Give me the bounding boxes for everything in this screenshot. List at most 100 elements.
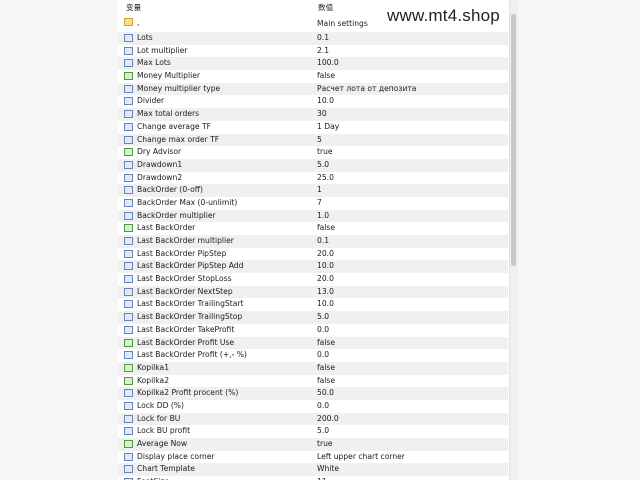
parameter-value[interactable]: false — [317, 70, 335, 83]
bool-icon — [124, 148, 133, 157]
parameter-value[interactable]: 0.0 — [317, 324, 329, 337]
parameter-value[interactable]: 200.0 — [317, 413, 339, 426]
parameter-row[interactable]: Last BackOrder PipStep Add 10.0 — [118, 260, 508, 274]
ab-icon — [124, 18, 133, 26]
parameter-row[interactable]: BackOrder (0-off) 1 — [118, 184, 508, 197]
parameter-row[interactable]: Max total orders 30 — [118, 108, 508, 121]
parameter-name: Last BackOrder TakeProfit — [137, 324, 235, 334]
parameter-value[interactable]: 5.0 — [317, 425, 329, 438]
parameter-value[interactable]: 11 — [317, 476, 327, 480]
parameter-value[interactable]: true — [317, 438, 333, 451]
parameter-value[interactable]: 7 — [317, 197, 322, 210]
parameter-row[interactable]: Chart Template White — [118, 463, 508, 477]
parameter-row[interactable]: Drawdown2 25.0 — [118, 172, 508, 185]
parameter-value[interactable]: false — [317, 222, 335, 235]
parameter-name: BackOrder (0-off) — [137, 185, 203, 195]
parameter-name: Change average TF — [137, 121, 211, 131]
number-icon — [124, 262, 133, 271]
parameter-value[interactable]: 10.0 — [317, 95, 334, 108]
parameter-value[interactable]: 0.0 — [317, 349, 329, 362]
number-icon — [124, 237, 133, 245]
parameter-value[interactable]: 10.0 — [317, 260, 334, 273]
parameter-row[interactable]: BackOrder Max (0-unlimit) 7 — [118, 197, 508, 210]
parameter-row[interactable]: Lock DD (%) 0.0 — [118, 400, 508, 413]
parameter-row[interactable]: Change max order TF 5 — [118, 133, 508, 147]
parameter-value[interactable]: 0.1 — [317, 32, 329, 45]
parameter-row[interactable]: Money multiplier type Расчет лота от депо… — [118, 82, 508, 96]
parameter-name: , — [137, 18, 140, 27]
parameter-name: Lot multiplier — [137, 45, 188, 55]
parameter-row[interactable]: Last BackOrder multiplier 0.1 — [118, 235, 508, 248]
column-header-variable[interactable]: 变量 — [126, 2, 141, 13]
parameter-name: Kopilka1 — [137, 362, 170, 372]
parameter-value[interactable]: Left upper chart corner — [317, 451, 405, 464]
parameter-row[interactable]: Last BackOrder StopLoss 20.0 — [118, 273, 508, 286]
parameter-value[interactable]: White — [317, 463, 339, 476]
column-header-value[interactable]: 数值 — [318, 2, 333, 13]
parameter-row[interactable]: Average Now true — [118, 438, 508, 451]
parameter-value[interactable]: 25.0 — [317, 172, 334, 185]
bool-icon — [124, 363, 133, 372]
vertical-scrollbar[interactable] — [509, 0, 518, 480]
parameter-value[interactable]: Main settings — [317, 14, 368, 33]
parameter-row[interactable]: Last BackOrder NextStep 13.0 — [118, 285, 508, 299]
parameter-row[interactable]: Lots 0.1 — [118, 32, 508, 45]
parameter-name: Money Multiplier — [137, 71, 200, 81]
parameter-row[interactable]: Last BackOrder TakeProfit 0.0 — [118, 324, 508, 337]
parameter-name: Last BackOrder TrailingStop — [137, 312, 243, 322]
scrollbar-thumb[interactable] — [511, 14, 516, 266]
parameter-value[interactable]: 13.0 — [317, 286, 334, 299]
parameter-value[interactable]: Расчет лота от депозита — [317, 83, 416, 96]
parameter-value[interactable]: 1 Day — [317, 121, 339, 134]
parameter-name: Last BackOrder Profit Use — [137, 337, 235, 347]
parameter-row[interactable]: FontSize 11 — [118, 476, 508, 480]
parameter-row[interactable]: Last BackOrder false — [118, 222, 508, 235]
left-margin — [0, 0, 118, 480]
parameter-value[interactable]: 30 — [317, 108, 327, 121]
parameter-row[interactable]: Last BackOrder TrailingStart 10.0 — [118, 298, 508, 311]
parameter-name: Display place corner — [137, 451, 215, 461]
parameter-row[interactable]: Divider 10.0 — [118, 95, 508, 108]
parameter-value[interactable]: 20.0 — [317, 273, 334, 286]
parameter-row[interactable]: Max Lots 100.0 — [118, 57, 508, 71]
parameter-row[interactable]: Lock BU profit 5.0 — [118, 425, 508, 438]
parameter-value[interactable]: 1 — [317, 184, 322, 197]
number-icon — [124, 211, 133, 220]
parameter-value[interactable]: false — [317, 337, 335, 350]
parameter-row[interactable]: Lock for BU 200.0 — [118, 412, 508, 426]
parameter-value[interactable]: 5.0 — [317, 159, 329, 172]
parameter-row[interactable]: Last BackOrder Profit (+,- %) 0.0 — [118, 349, 508, 362]
number-icon — [124, 287, 133, 296]
parameter-row[interactable]: Dry Advisor true — [118, 146, 508, 159]
parameter-row[interactable]: Kopilka1 false — [118, 361, 508, 375]
parameter-value[interactable]: 1.0 — [317, 210, 329, 223]
parameter-value[interactable]: false — [317, 362, 335, 375]
number-icon — [124, 389, 133, 398]
parameter-value[interactable]: 5.0 — [317, 311, 329, 324]
parameter-row[interactable]: Kopilka2 false — [118, 375, 508, 388]
parameter-value[interactable]: 100.0 — [317, 57, 339, 70]
parameter-value[interactable]: 0.1 — [317, 235, 329, 248]
parameter-value[interactable]: 20.0 — [317, 248, 334, 261]
parameter-row[interactable]: BackOrder multiplier 1.0 — [118, 209, 508, 223]
parameter-row[interactable]: Last BackOrder PipStep 20.0 — [118, 248, 508, 261]
parameter-value[interactable]: 5 — [317, 134, 322, 147]
parameter-value[interactable]: 50.0 — [317, 387, 334, 400]
parameter-row[interactable]: Drawdown1 5.0 — [118, 158, 508, 172]
parameter-row[interactable]: Display place corner Left upper chart cor… — [118, 451, 508, 464]
parameter-value[interactable]: true — [317, 146, 333, 159]
parameter-name: Dry Advisor — [137, 147, 182, 157]
parameter-value[interactable]: false — [317, 375, 335, 388]
parameter-name: Chart Template — [137, 464, 195, 474]
parameter-value[interactable]: 10.0 — [317, 298, 334, 311]
inputs-grid: 变量 数值 , Main settings Lots 0.1 Lot multiplie… — [118, 0, 518, 480]
parameter-row[interactable]: Last BackOrder TrailingStop 5.0 — [118, 311, 508, 324]
parameter-row[interactable]: Change average TF 1 Day — [118, 121, 508, 134]
parameter-row[interactable]: Money Multiplier false — [118, 70, 508, 83]
parameter-value[interactable]: 2.1 — [317, 45, 329, 58]
parameter-row[interactable]: Kopilka2 Profit procent (%) 50.0 — [118, 387, 508, 400]
parameter-row[interactable]: Last BackOrder Profit Use false — [118, 336, 508, 350]
bool-icon — [124, 440, 133, 448]
parameter-row[interactable]: Lot multiplier 2.1 — [118, 45, 508, 58]
parameter-value[interactable]: 0.0 — [317, 400, 329, 413]
